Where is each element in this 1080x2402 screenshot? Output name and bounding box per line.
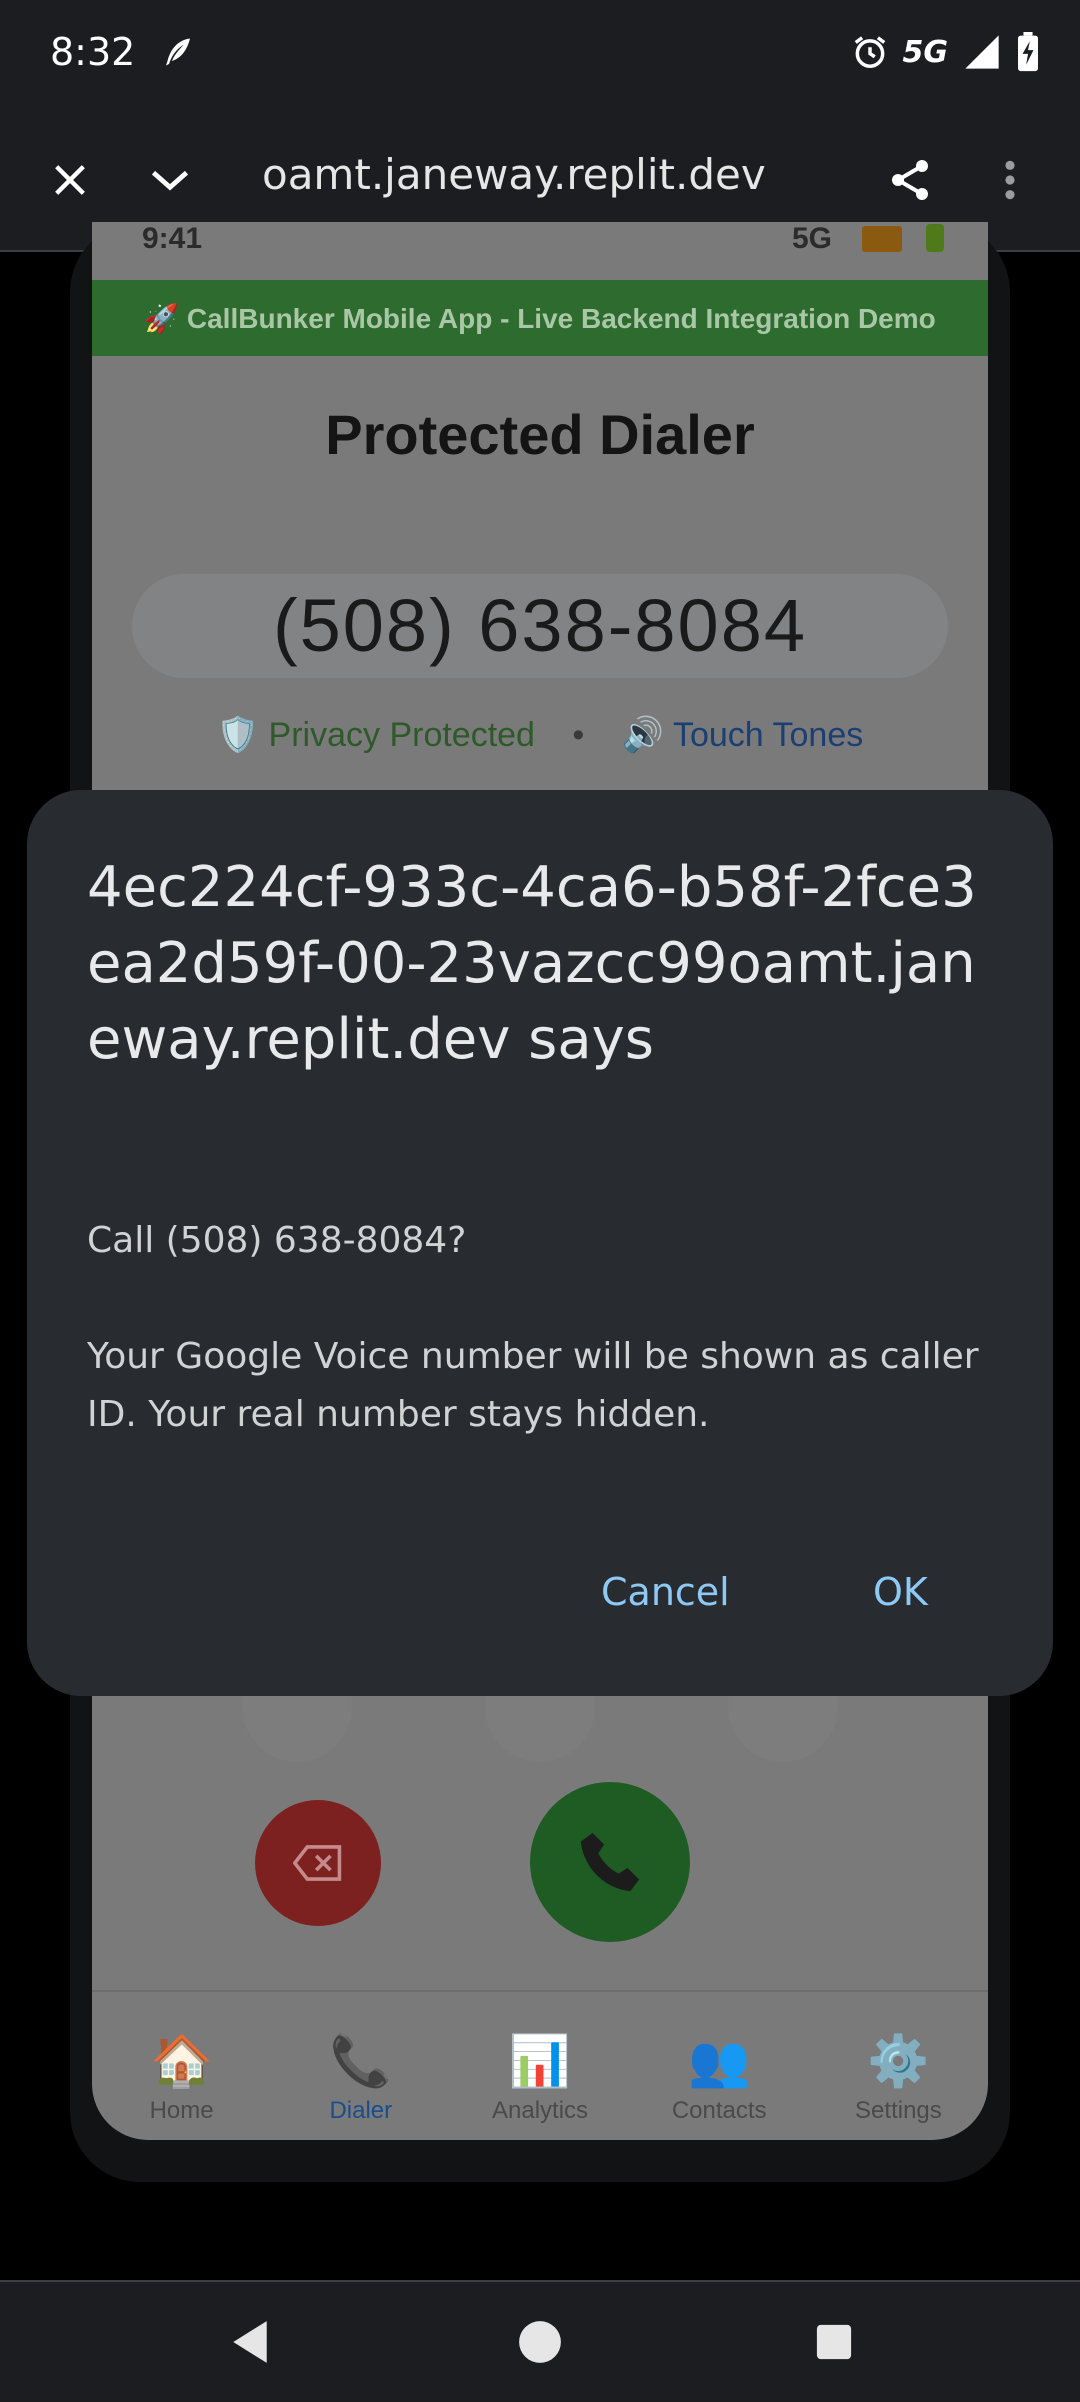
tab-dialer[interactable]: 📞 Dialer <box>271 1992 450 2140</box>
network-type: 5G <box>902 34 949 70</box>
tab-home[interactable]: 🏠 Home <box>92 1992 271 2140</box>
tab-contacts[interactable]: 👥 Contacts <box>630 1992 809 2140</box>
separator-dot: • <box>572 716 585 754</box>
tab-settings[interactable]: ⚙️ Settings <box>809 1992 988 2140</box>
chart-icon: 📊 <box>508 2033 572 2089</box>
page-title: Protected Dialer <box>325 403 755 466</box>
gear-icon: ⚙️ <box>867 2033 930 2089</box>
recents-button[interactable] <box>794 2302 874 2382</box>
dialog-title: 4ec224cf-933c-4ca6-b58f-2fce3ea2d59f-00-… <box>87 855 977 1072</box>
close-icon <box>55 165 85 195</box>
minimize-button[interactable] <box>140 150 200 210</box>
home-icon: 🏠 <box>150 2033 213 2089</box>
alarm-icon <box>854 36 885 68</box>
recents-square-icon <box>816 2324 852 2360</box>
feather-icon <box>166 38 190 66</box>
backspace-icon <box>293 1845 342 1881</box>
mockup-time: 9:41 <box>142 222 203 255</box>
close-tab-button[interactable] <box>40 150 100 210</box>
back-triangle-icon <box>233 2321 267 2363</box>
call-button[interactable] <box>530 1782 690 1942</box>
tab-label: Contacts <box>671 2097 767 2124</box>
status-icons: 5G <box>851 32 1041 72</box>
home-circle-icon <box>519 2321 561 2363</box>
url-text[interactable]: oamt.janeway.replit.dev <box>262 150 766 199</box>
home-button[interactable] <box>500 2302 580 2382</box>
number-display[interactable]: (508) 638-8084 <box>132 574 948 678</box>
signal-bars-icon <box>862 226 902 252</box>
more-vert-icon <box>1005 160 1015 200</box>
tab-label: Analytics <box>491 2097 589 2124</box>
dialog-question: Call (508) 638-8084? <box>87 1220 467 1261</box>
confirm-dialog: 4ec224cf-933c-4ca6-b58f-2fce3ea2d59f-00-… <box>27 790 1053 1696</box>
privacy-row: 🛡️ Privacy Protected • 🔊 Touch Tones <box>92 715 988 755</box>
tab-analytics[interactable]: 📊 Analytics <box>450 1992 629 2140</box>
back-button[interactable] <box>210 2302 290 2382</box>
mockup-network: 5G <box>792 222 833 255</box>
touch-tones-toggle[interactable]: 🔊 Touch Tones <box>622 716 863 754</box>
status-bar: 8:32 5G <box>0 0 1080 110</box>
contacts-icon: 👥 <box>688 2033 751 2089</box>
demo-banner: 🚀 CallBunker Mobile App - Live Backend I… <box>92 280 988 356</box>
more-options-button[interactable] <box>980 150 1040 210</box>
dialog-message: Your Google Voice number will be shown a… <box>87 1336 979 1435</box>
battery-charging-icon <box>1018 32 1038 72</box>
mockup-status-bar: 9:41 5G <box>92 222 988 280</box>
ok-button[interactable]: OK <box>873 1570 928 1614</box>
tab-label: Dialer <box>329 2097 393 2124</box>
backspace-button[interactable] <box>255 1800 381 1926</box>
signal-icon <box>965 35 999 69</box>
privacy-protected-label: 🛡️ Privacy Protected <box>216 716 535 754</box>
chevron-down-icon <box>151 170 189 191</box>
share-button[interactable] <box>880 150 940 210</box>
share-icon <box>892 160 928 200</box>
bottom-tab-bar: 🏠 Home 📞 Dialer 📊 Analytics 👥 Contacts ⚙… <box>92 1990 988 2140</box>
status-time: 8:32 <box>50 30 136 74</box>
battery-icon <box>926 224 944 252</box>
system-nav-bar <box>0 2280 1080 2402</box>
phone-icon: 📞 <box>329 2033 392 2089</box>
tab-label: Home <box>149 2097 214 2124</box>
phone-icon <box>580 1832 640 1892</box>
cancel-button[interactable]: Cancel <box>601 1570 730 1614</box>
tab-label: Settings <box>855 2097 942 2124</box>
